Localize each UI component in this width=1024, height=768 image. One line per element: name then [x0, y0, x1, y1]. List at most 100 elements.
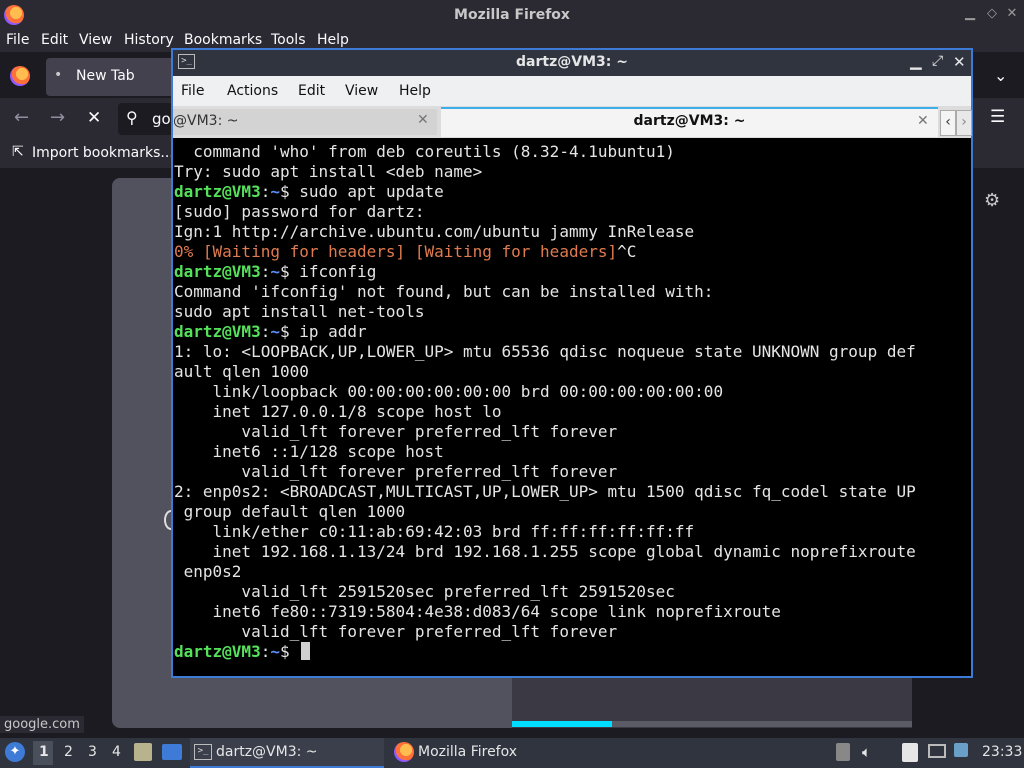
import-bookmarks-link[interactable]: Import bookmarks... — [32, 145, 174, 161]
terminal-command-line: dartz@VM3:~$ ip addr — [174, 322, 954, 342]
terminal-tab-2-label: dartz@VM3: ~ — [633, 113, 746, 129]
ff-close-icon[interactable]: ✕ — [1004, 6, 1020, 22]
start-menu-icon[interactable]: ✦ — [5, 742, 25, 762]
newtab-settings-gear-icon[interactable]: ⚙ — [984, 190, 1000, 211]
terminal-output-line: valid_lft forever preferred_lft forever — [174, 422, 618, 441]
clipboard-tray-icon[interactable] — [836, 743, 850, 761]
prompt-user: dartz@VM3 — [174, 642, 261, 661]
terminal-output-line: command 'who' from deb coreutils (8.32-4… — [174, 142, 675, 161]
list-all-tabs-chevron-icon[interactable]: ⌄ — [994, 66, 1007, 85]
terminal-output-line: group default qlen 1000 — [174, 502, 406, 521]
terminal-command-line: dartz@VM3:~$ sudo apt update — [174, 182, 954, 202]
task-terminal[interactable]: >_ dartz@VM3: ~ — [190, 738, 384, 768]
progress-warning-text: 0% [Waiting for headers] [Waiting for he… — [174, 242, 618, 261]
workspace-1[interactable]: 1 — [39, 744, 49, 760]
ff-maximize-icon[interactable]: ◇ — [984, 6, 1000, 22]
workspace-4[interactable]: 4 — [112, 744, 121, 760]
task-firefox-icon — [394, 742, 414, 762]
prompt-separator: : — [260, 642, 271, 661]
terminal-output-line: valid_lft forever preferred_lft forever — [174, 462, 618, 481]
prompt-separator: : — [260, 262, 271, 281]
term-menu-file[interactable]: File — [181, 83, 204, 99]
prompt-symbol: $ — [279, 262, 290, 281]
terminal-tab-2[interactable]: dartz@VM3: ~ ✕ — [441, 107, 938, 137]
terminal-tab-1-close-icon[interactable]: ✕ — [417, 112, 429, 128]
volume-icon[interactable]: 🔈︎ — [862, 743, 871, 761]
terminal-output-line: inet 127.0.0.1/8 scope host lo — [174, 402, 502, 421]
task-firefox-label: Mozilla Firefox — [418, 744, 518, 760]
prompt-path: ~ — [270, 182, 280, 201]
terminal-command-line: dartz@VM3:~$ — [174, 642, 954, 662]
status-url: google.com — [0, 716, 84, 733]
tab-scroll-right-icon[interactable]: › — [956, 110, 972, 136]
prompt-separator: : — [260, 182, 271, 201]
term-menu-help[interactable]: Help — [399, 83, 431, 99]
hamburger-menu-icon[interactable]: ☰ — [990, 107, 1005, 127]
file-manager-icon[interactable] — [134, 743, 152, 761]
terminal-tab-1[interactable]: @VM3: ~ ✕ — [173, 109, 437, 135]
term-maximize-icon[interactable]: ⤢ — [932, 53, 943, 69]
back-arrow-icon[interactable]: ← — [14, 107, 29, 128]
terminal-output[interactable]: command 'who' from deb coreutils (8.32-4… — [174, 142, 954, 672]
network-tray-icon[interactable] — [954, 743, 968, 757]
terminal-output-line: Command 'ifconfig' not found, but can be… — [174, 282, 714, 301]
terminal-tab-2-close-icon[interactable]: ✕ — [917, 113, 929, 129]
ff-menu-history[interactable]: History — [124, 32, 174, 48]
term-menu-actions[interactable]: Actions — [227, 83, 278, 99]
command-text: ip addr — [289, 322, 367, 341]
workspace-3[interactable]: 3 — [88, 744, 97, 760]
forward-arrow-icon[interactable]: → — [50, 107, 65, 128]
clock[interactable]: 23:33 — [982, 744, 1022, 760]
term-minimize-icon[interactable]: ▁ — [910, 52, 922, 70]
firefox-view-icon[interactable] — [10, 66, 30, 86]
prompt-path: ~ — [270, 322, 280, 341]
interrupt-text: ^C — [617, 242, 637, 261]
task-terminal-label: dartz@VM3: ~ — [216, 744, 318, 760]
ff-menu-edit[interactable]: Edit — [41, 32, 68, 48]
terminal-command-line: dartz@VM3:~$ ifconfig — [174, 262, 954, 282]
ff-menu-help[interactable]: Help — [317, 32, 349, 48]
command-text: sudo apt update — [289, 182, 444, 201]
display-tray-icon[interactable] — [928, 744, 946, 758]
tab-scroll-left-icon[interactable]: ‹ — [940, 110, 956, 136]
terminal-output-line: ault qlen 1000 — [174, 362, 309, 381]
terminal-output-line: inet6 fe80::7319:5804:4e38:d083/64 scope… — [174, 602, 781, 621]
terminal-cursor — [301, 642, 311, 660]
firefox-titlebar: Mozilla Firefox — [0, 0, 1024, 30]
term-close-icon[interactable]: ✕ — [953, 53, 966, 71]
terminal-menubar: File Actions Edit View Help — [173, 76, 971, 106]
terminal-titlebar: >_ dartz@VM3: ~ ▁ ⤢ ✕ — [173, 50, 971, 76]
ff-menu-bookmarks[interactable]: Bookmarks — [184, 32, 262, 48]
url-input[interactable]: go — [152, 110, 171, 128]
terminal-output-line: Ign:1 http://archive.ubuntu.com/ubuntu j… — [174, 222, 695, 241]
workspace-2[interactable]: 2 — [64, 744, 73, 760]
prompt-user: dartz@VM3 — [174, 182, 261, 201]
term-menu-edit[interactable]: Edit — [298, 83, 325, 99]
terminal-output-line: [sudo] password for dartz: — [174, 202, 425, 221]
task-firefox[interactable]: Mozilla Firefox — [390, 738, 590, 768]
terminal-window-title: dartz@VM3: ~ — [516, 54, 628, 70]
show-desktop-icon[interactable] — [162, 744, 182, 760]
ff-minimize-icon[interactable]: ▁ — [962, 6, 978, 22]
terminal-output-line: 1: lo: <LOOPBACK,UP,LOWER_UP> mtu 65536 … — [174, 342, 916, 361]
ff-menu-view[interactable]: View — [79, 32, 112, 48]
ff-menu-file[interactable]: File — [6, 32, 29, 48]
terminal-output-line: 0% [Waiting for headers] [Waiting for he… — [174, 242, 954, 262]
taskbar: ✦ 1 2 3 4 >_ dartz@VM3: ~ Mozilla Firefo… — [0, 738, 1024, 768]
term-menu-view[interactable]: View — [345, 83, 378, 99]
notes-tray-icon[interactable] — [902, 743, 918, 762]
terminal-output-line: inet 192.168.1.13/24 brd 192.168.1.255 s… — [174, 542, 916, 561]
task-terminal-icon: >_ — [194, 744, 212, 760]
terminal-tab-1-label: @VM3: ~ — [173, 113, 239, 129]
terminal-output-line: sudo apt install net-tools — [174, 302, 425, 321]
ff-menu-tools[interactable]: Tools — [271, 32, 306, 48]
terminal-output-line: link/ether c0:11:ab:69:42:03 brd ff:ff:f… — [174, 522, 695, 541]
stop-loading-icon[interactable]: ✕ — [87, 108, 101, 128]
url-bar[interactable]: ⚲ go — [118, 103, 178, 135]
terminal-output-line: valid_lft forever preferred_lft forever — [174, 622, 618, 641]
prompt-user: dartz@VM3 — [174, 322, 261, 341]
page-load-progress-fill — [512, 721, 612, 727]
prompt-separator: : — [260, 322, 271, 341]
firefox-tab-newtab[interactable]: • New Tab — [46, 58, 176, 96]
tab-loading-dot-icon: • — [54, 67, 63, 83]
